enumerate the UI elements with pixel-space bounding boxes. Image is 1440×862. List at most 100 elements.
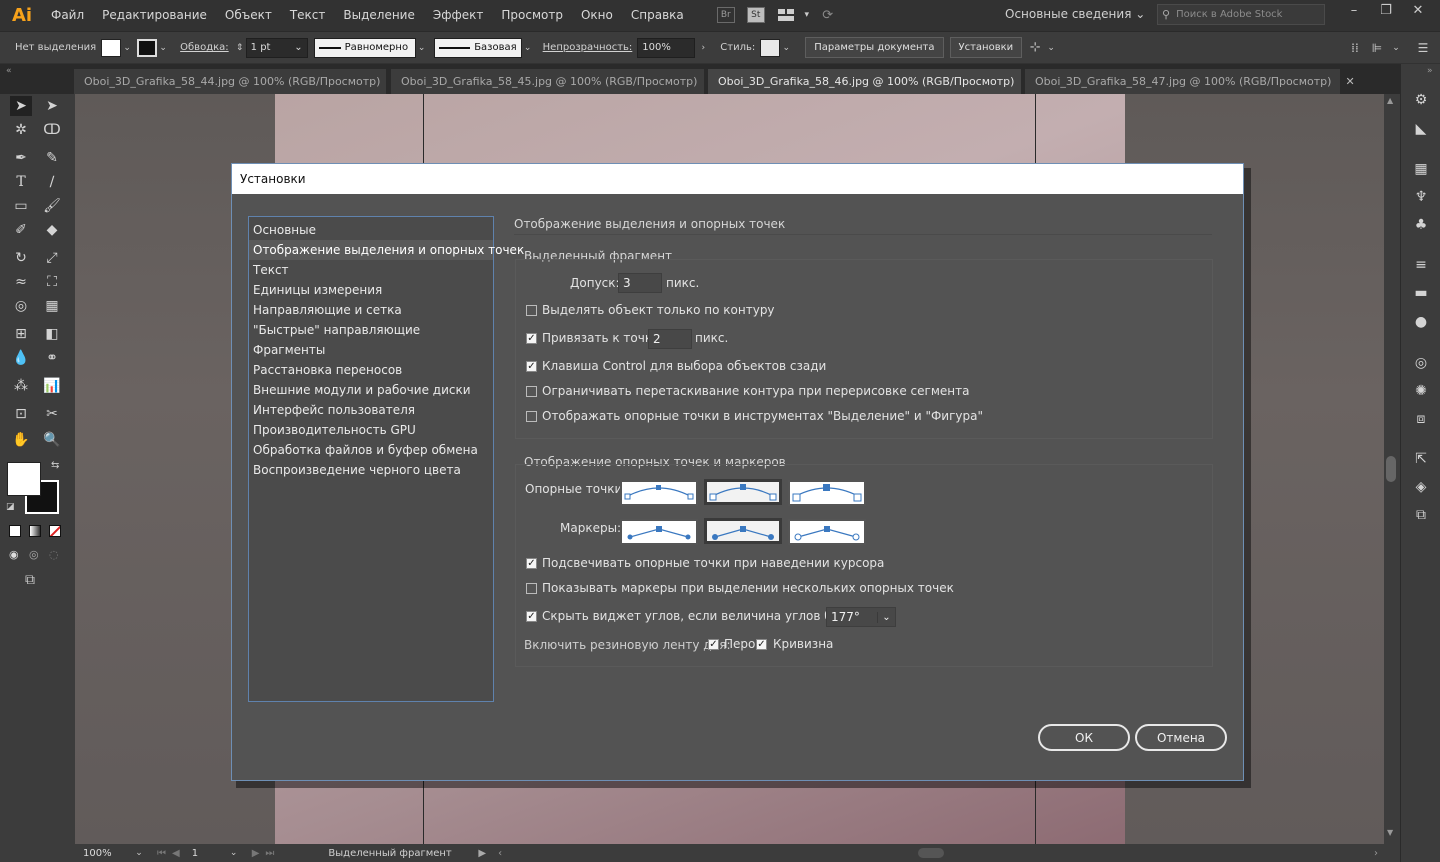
- direct-selection-tool-icon[interactable]: ➤: [41, 96, 63, 116]
- stroke-label[interactable]: Обводка:: [175, 42, 234, 53]
- sync-icon[interactable]: ⟳: [819, 7, 837, 23]
- export-icon[interactable]: ⇱: [1411, 450, 1431, 468]
- symbol-sprayer-icon[interactable]: ⁂: [10, 376, 32, 396]
- chevron-down-icon[interactable]: ⌄: [780, 43, 792, 53]
- category-type[interactable]: Текст: [249, 260, 493, 280]
- selection-tool-icon[interactable]: ➤: [10, 96, 32, 116]
- horizontal-scroll-thumb[interactable]: [918, 848, 945, 858]
- menu-type[interactable]: Текст: [281, 8, 335, 22]
- shaper-tool-icon[interactable]: ✐: [10, 220, 32, 240]
- chevron-down-icon[interactable]: ⌄: [1386, 43, 1406, 53]
- magic-wand-icon[interactable]: ✲: [10, 120, 32, 140]
- category-hyphenation[interactable]: Расстановка переносов: [249, 360, 493, 380]
- anchor-style-large[interactable]: [788, 480, 866, 506]
- layers-icon[interactable]: ◈: [1411, 478, 1431, 496]
- prev-artboard-icon[interactable]: ◀: [172, 848, 180, 859]
- chevron-right-icon[interactable]: ›: [697, 43, 709, 53]
- draw-normal-icon[interactable]: ◉: [9, 548, 19, 561]
- path-only-checkbox[interactable]: [526, 305, 537, 316]
- rotate-tool-icon[interactable]: ↻: [10, 248, 32, 268]
- chevron-down-icon[interactable]: ⌄: [228, 848, 240, 858]
- preferences-button[interactable]: Установки: [949, 37, 1023, 58]
- transform-icon[interactable]: ⊹: [1025, 40, 1045, 55]
- menu-edit[interactable]: Редактирование: [93, 8, 216, 22]
- category-units[interactable]: Единицы измерения: [249, 280, 493, 300]
- menu-effect[interactable]: Эффект: [424, 8, 493, 22]
- menu-view[interactable]: Просмотр: [492, 8, 572, 22]
- snap-to-point-checkbox[interactable]: ✓: [526, 333, 537, 344]
- asset-export-icon[interactable]: ⧉: [1411, 506, 1431, 524]
- handle-style-hollow[interactable]: [788, 519, 866, 545]
- opacity-label[interactable]: Непрозрачность:: [538, 42, 638, 53]
- category-gpu-performance[interactable]: Производительность GPU: [249, 420, 493, 440]
- scroll-left-icon[interactable]: ‹: [498, 848, 502, 859]
- slice-tool-icon[interactable]: ✂: [41, 404, 63, 424]
- handle-style-filled-large[interactable]: [704, 518, 782, 544]
- menu-help[interactable]: Справка: [622, 8, 693, 22]
- menu-object[interactable]: Объект: [216, 8, 281, 22]
- corner-angle-select[interactable]: 177° ⌄: [826, 607, 896, 627]
- color-guide-icon[interactable]: ⚙: [1411, 91, 1431, 109]
- transparency-icon[interactable]: ●: [1411, 313, 1431, 331]
- multi-anchor-handles-checkbox[interactable]: [526, 583, 537, 594]
- status-menu-icon[interactable]: ▶: [478, 848, 486, 859]
- screen-mode-icon[interactable]: ⧉: [25, 572, 35, 588]
- artboards-icon[interactable]: ⧈: [1411, 410, 1431, 428]
- draw-behind-icon[interactable]: ◎: [29, 548, 39, 561]
- constrain-drag-checkbox[interactable]: [526, 386, 537, 397]
- category-guides-grid[interactable]: Направляющие и сетка: [249, 300, 493, 320]
- variable-width-profile[interactable]: Равномерно: [313, 37, 416, 58]
- brush-definition[interactable]: Базовая: [433, 37, 522, 58]
- chevron-down-icon[interactable]: ⌄: [133, 848, 145, 858]
- last-artboard-icon[interactable]: ⏭: [265, 848, 274, 859]
- show-anchors-checkbox[interactable]: [526, 411, 537, 422]
- distribute-icon[interactable]: ⊫: [1368, 41, 1386, 55]
- document-setup-button[interactable]: Параметры документа: [805, 37, 944, 58]
- close-icon[interactable]: ✕: [1402, 3, 1434, 18]
- anchor-style-small[interactable]: [620, 480, 698, 506]
- category-user-interface[interactable]: Интерфейс пользователя: [249, 400, 493, 420]
- warp-tool-icon[interactable]: ≈: [10, 272, 32, 292]
- stock-icon[interactable]: St: [746, 7, 765, 23]
- opacity-field[interactable]: 100%: [637, 37, 696, 58]
- first-artboard-icon[interactable]: ⏮: [157, 848, 166, 859]
- align-icon[interactable]: ⁞⁞: [1342, 41, 1368, 55]
- collapse-icon[interactable]: »: [1427, 66, 1433, 76]
- perspective-grid-icon[interactable]: ▦: [41, 296, 63, 316]
- scroll-down-icon[interactable]: ▼: [1387, 828, 1393, 837]
- anchor-style-medium[interactable]: [704, 479, 782, 505]
- bridge-icon[interactable]: Br: [716, 7, 735, 23]
- chevron-down-icon[interactable]: ⌄: [121, 43, 133, 53]
- stroke-weight-field[interactable]: 1 pt ⌄: [245, 37, 308, 58]
- tab-document-44[interactable]: Oboi_3D_Grafika_58_44.jpg @ 100% (RGB/Пр…: [74, 69, 404, 94]
- mesh-tool-icon[interactable]: ⊞: [10, 324, 32, 344]
- chevron-down-icon[interactable]: ⌄: [1045, 43, 1057, 53]
- cancel-button[interactable]: Отмена: [1135, 724, 1227, 751]
- category-general[interactable]: Основные: [249, 220, 493, 240]
- ok-button[interactable]: ОК: [1038, 724, 1130, 751]
- free-transform-icon[interactable]: ⛶: [41, 272, 63, 292]
- stroke-panel-icon[interactable]: ≡: [1411, 256, 1431, 274]
- menu-file[interactable]: Файл: [42, 8, 93, 22]
- appearance-icon[interactable]: ◎: [1411, 354, 1431, 372]
- category-selection-anchor-display[interactable]: Отображение выделения и опорных точек: [249, 240, 524, 260]
- scroll-right-icon[interactable]: ›: [1374, 848, 1378, 859]
- menu-window[interactable]: Окно: [572, 8, 622, 22]
- tab-document-46[interactable]: Oboi_3D_Grafika_58_46.jpg @ 100% (RGB/Пр…: [708, 69, 1038, 94]
- scale-tool-icon[interactable]: ⤢: [41, 248, 63, 268]
- line-tool-icon[interactable]: ∕: [41, 172, 63, 192]
- lasso-icon[interactable]: ↀ: [41, 120, 63, 140]
- snap-to-point-input[interactable]: 2: [648, 329, 692, 349]
- gradient-panel-icon[interactable]: ▬: [1411, 284, 1431, 302]
- gradient-tool-icon[interactable]: ◧: [41, 324, 63, 344]
- stepper-icon[interactable]: ⇕: [234, 43, 246, 53]
- panel-menu-icon[interactable]: ☰: [1406, 41, 1440, 55]
- artboard-tool-icon[interactable]: ⊡: [10, 404, 32, 424]
- category-black-appearance[interactable]: Воспроизведение черного цвета: [249, 460, 493, 480]
- chevron-down-icon[interactable]: ▾: [801, 10, 813, 20]
- tolerance-input[interactable]: 3: [618, 273, 662, 293]
- paintbrush-icon[interactable]: 🖌: [41, 196, 63, 216]
- gradient-mode-icon[interactable]: [29, 525, 41, 537]
- hand-tool-icon[interactable]: ✋: [10, 430, 32, 450]
- minimize-icon[interactable]: –: [1338, 3, 1370, 18]
